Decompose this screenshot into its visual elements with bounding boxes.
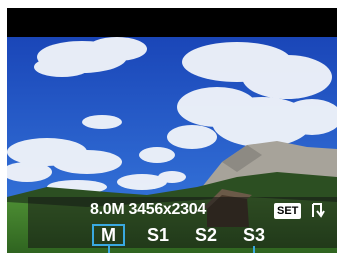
quality-option-s1[interactable]: S1 [143, 224, 173, 246]
quality-option-s2[interactable]: S2 [191, 224, 221, 246]
quality-option-s3[interactable]: S3 [239, 224, 269, 246]
megapixels-value: 8.0M [90, 201, 125, 218]
selection-tick [108, 246, 110, 253]
s3-tick [253, 246, 255, 253]
camera-lcd-screen: 8.0M 3456x2304 SET M S1 S2 S3 [7, 8, 337, 253]
return-arrow-icon[interactable] [311, 202, 325, 219]
set-button-icon[interactable]: SET [274, 203, 302, 219]
image-quality-osd: 8.0M 3456x2304 SET M S1 S2 S3 [28, 197, 337, 253]
quality-option-m[interactable]: M [92, 224, 125, 246]
resolution-readout: 8.0M 3456x2304 [90, 201, 206, 219]
resolution-value: 3456x2304 [128, 201, 207, 218]
